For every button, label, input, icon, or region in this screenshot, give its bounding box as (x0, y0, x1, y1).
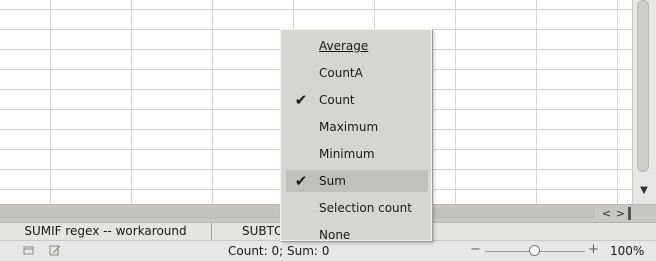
zoom-out-button[interactable]: − (470, 242, 481, 258)
menu-item-none[interactable]: None (286, 224, 428, 246)
menu-item-average[interactable]: Average (286, 35, 428, 57)
menu-item-label: Minimum (319, 147, 375, 161)
menu-item-label: Average (319, 39, 369, 53)
menu-item-minimum[interactable]: Minimum (286, 143, 428, 165)
menu-item-selection-count[interactable]: Selection count (286, 197, 428, 219)
menu-item-maximum[interactable]: Maximum (286, 116, 428, 138)
menu-item-label: Maximum (319, 120, 379, 134)
menu-item-sum[interactable]: ✔ Sum (286, 170, 428, 192)
menu-item-label: Count (319, 93, 355, 107)
document-status-icon[interactable] (23, 245, 35, 256)
menu-item-counta[interactable]: CountA (286, 62, 428, 84)
scroll-split-handle[interactable] (628, 207, 631, 220)
menu-item-label: CountA (319, 66, 363, 80)
checkmark-icon: ✔ (294, 91, 308, 109)
status-function-menu: Average CountA ✔ Count Maximum Minimum ✔… (280, 29, 432, 242)
scroll-left-icon[interactable]: < (600, 206, 613, 221)
vertical-scroll-thumb[interactable] (637, 0, 649, 172)
menu-item-label: None (319, 228, 351, 242)
sheet-tab-sumif[interactable]: SUMIF regex -- workaround (0, 223, 212, 240)
menu-item-label: Selection count (319, 201, 412, 215)
scroll-right-icon[interactable]: > (614, 206, 627, 221)
scroll-down-arrow-icon[interactable]: ▼ (638, 184, 650, 198)
checkmark-icon: ✔ (294, 172, 308, 190)
zoom-level[interactable]: 100% (610, 243, 644, 259)
zoom-in-button[interactable]: + (588, 242, 599, 258)
document-modified-icon[interactable] (49, 245, 61, 256)
vertical-scrollbar[interactable]: ▼ (632, 0, 656, 204)
menu-item-count[interactable]: ✔ Count (286, 89, 428, 111)
zoom-slider-knob[interactable] (529, 245, 540, 256)
menu-item-label: Sum (319, 174, 346, 188)
